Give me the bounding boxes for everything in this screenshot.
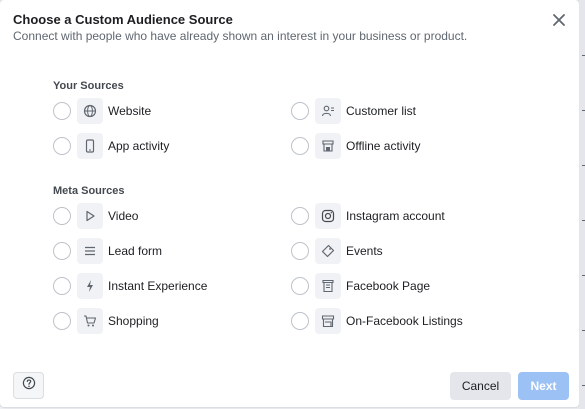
source-option-label: Instagram account: [346, 208, 445, 223]
source-option-label: App activity: [108, 138, 170, 153]
radio-button[interactable]: [291, 101, 309, 120]
custom-audience-dialog: Choose a Custom Audience Source Connect …: [0, 0, 579, 407]
question-mark-icon: [22, 376, 36, 395]
radio-button[interactable]: [53, 136, 71, 155]
radio-button[interactable]: [291, 311, 309, 330]
close-icon[interactable]: [550, 11, 568, 29]
source-option-instant-experience[interactable]: Instant Experience: [53, 272, 207, 299]
your-sources-heading: Your Sources: [53, 80, 124, 92]
play-icon: [77, 202, 103, 229]
store-icon: [315, 132, 341, 159]
source-option-label: Offline activity: [346, 138, 421, 153]
meta-sources-heading: Meta Sources: [53, 185, 125, 197]
source-option-instagram-account[interactable]: Instagram account: [291, 202, 445, 229]
customer-list-icon: [315, 97, 341, 124]
source-option-facebook-page[interactable]: Facebook Page: [291, 272, 430, 299]
next-button[interactable]: Next: [518, 372, 569, 400]
help-button[interactable]: [13, 372, 44, 399]
source-option-label: Instant Experience: [108, 278, 208, 293]
source-option-events[interactable]: Events: [291, 237, 383, 264]
source-option-label: Lead form: [108, 243, 163, 258]
source-option-app-activity[interactable]: App activity: [53, 132, 169, 159]
cancel-button[interactable]: Cancel: [450, 372, 511, 400]
source-option-label: Facebook Page: [346, 278, 431, 293]
source-option-lead-form[interactable]: Lead form: [53, 237, 162, 264]
mobile-phone-icon: [77, 132, 103, 159]
source-option-label: Website: [108, 103, 152, 118]
radio-button[interactable]: [53, 241, 71, 260]
source-option-on-facebook-listings[interactable]: On-Facebook Listings: [291, 307, 463, 334]
source-option-label: Video: [108, 208, 139, 223]
radio-button[interactable]: [291, 276, 309, 295]
radio-button[interactable]: [53, 101, 71, 120]
radio-button[interactable]: [53, 276, 71, 295]
source-option-offline-activity[interactable]: Offline activity: [291, 132, 420, 159]
dialog-subtitle: Connect with people who have already sho…: [13, 29, 468, 43]
radio-button[interactable]: [291, 136, 309, 155]
radio-button[interactable]: [291, 206, 309, 225]
lines-icon: [77, 237, 103, 264]
source-option-label: Shopping: [108, 313, 159, 328]
dialog-title: Choose a Custom Audience Source: [13, 12, 233, 27]
source-option-customer-list[interactable]: Customer list: [291, 97, 416, 124]
background-edge: [579, 0, 585, 409]
ticket-icon: [315, 237, 341, 264]
source-option-label: Customer list: [346, 103, 417, 118]
source-option-website[interactable]: Website: [53, 97, 151, 124]
cart-icon: [77, 307, 103, 334]
source-option-video[interactable]: Video: [53, 202, 138, 229]
radio-button[interactable]: [53, 311, 71, 330]
radio-button[interactable]: [53, 206, 71, 225]
source-option-label: On-Facebook Listings: [346, 313, 463, 328]
source-option-shopping[interactable]: Shopping: [53, 307, 159, 334]
page-icon: [315, 272, 341, 299]
lightning-icon: [77, 272, 103, 299]
source-option-label: Events: [346, 243, 383, 258]
radio-button[interactable]: [291, 241, 309, 260]
globe-icon: [77, 97, 103, 124]
instagram-icon: [315, 202, 341, 229]
storefront-icon: [315, 307, 341, 334]
